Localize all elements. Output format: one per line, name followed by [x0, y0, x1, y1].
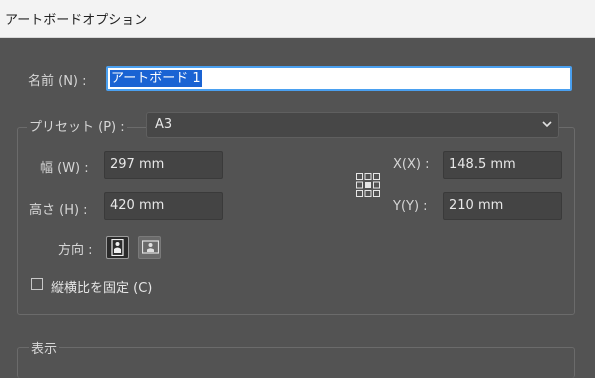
portrait-button[interactable]	[106, 236, 129, 259]
width-field[interactable]: 297 mm	[104, 151, 223, 179]
constrain-proportions-checkbox[interactable]	[31, 278, 43, 290]
name-label: 名前 (N) :	[28, 74, 87, 89]
landscape-button[interactable]	[138, 236, 161, 259]
x-field[interactable]: 148.5 mm	[443, 151, 562, 179]
name-input-value: アートボード 1	[110, 70, 202, 87]
chevron-down-icon	[542, 121, 552, 128]
height-label: 高さ (H) :	[29, 203, 88, 218]
height-value: 420 mm	[110, 198, 165, 213]
preset-select[interactable]: A3	[146, 112, 559, 138]
constrain-proportions-label: 縦横比を固定 (C)	[51, 281, 153, 296]
window-title: アートボードオプション	[5, 13, 148, 28]
display-section-title: 表示	[29, 338, 60, 357]
x-value: 148.5 mm	[449, 157, 516, 172]
name-input[interactable]: アートボード 1	[106, 66, 572, 91]
display-group	[17, 347, 575, 378]
width-value: 297 mm	[110, 157, 165, 172]
title-bar: アートボードオプション	[0, 0, 595, 38]
preset-value: A3	[155, 117, 173, 132]
width-label: 幅 (W) :	[40, 161, 89, 176]
portrait-icon	[111, 239, 124, 256]
x-label: X(X) :	[393, 157, 430, 172]
y-value: 210 mm	[449, 198, 504, 213]
orientation-label: 方向 :	[58, 243, 93, 258]
height-field[interactable]: 420 mm	[104, 192, 223, 220]
preset-label: プリセット (P) :	[27, 116, 127, 135]
reference-point-icon[interactable]	[356, 173, 380, 197]
y-label: Y(Y) :	[393, 199, 428, 214]
y-field[interactable]: 210 mm	[443, 192, 562, 220]
landscape-icon	[142, 240, 159, 254]
